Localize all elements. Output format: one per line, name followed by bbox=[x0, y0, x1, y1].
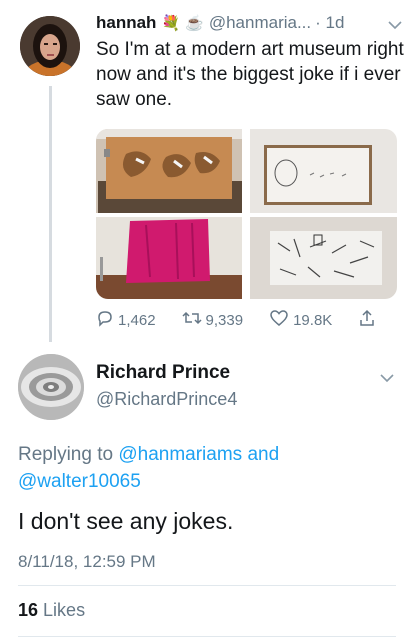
media-photo-drawing[interactable] bbox=[250, 129, 397, 213]
tweet-time: · 1d bbox=[315, 13, 345, 32]
tweet-timestamp: 8/11/18, 12:59 PM bbox=[18, 552, 156, 571]
avatar[interactable] bbox=[20, 16, 80, 76]
tweet-text: I don't see any jokes. bbox=[18, 508, 234, 534]
share-icon bbox=[358, 309, 380, 331]
media-photo-sketch[interactable] bbox=[250, 217, 397, 299]
replying-to-label: Replying to bbox=[18, 444, 114, 465]
reply-button[interactable]: 1,462 bbox=[96, 309, 156, 331]
media-photo-pink-fabric[interactable] bbox=[96, 217, 242, 299]
like-icon bbox=[269, 309, 293, 331]
display-name[interactable]: hannah bbox=[96, 13, 156, 33]
retweet-icon bbox=[182, 309, 206, 331]
likes-stat[interactable]: 16 Likes bbox=[18, 600, 85, 621]
likes-count: 16 bbox=[18, 600, 39, 620]
like-count: 19.8K bbox=[293, 311, 333, 329]
tweet-text: So I'm at a modern art museum right now … bbox=[96, 39, 404, 110]
chevron-down-icon[interactable] bbox=[380, 370, 394, 388]
media-photo-cardboard[interactable] bbox=[96, 129, 242, 213]
like-button[interactable]: 19.8K bbox=[269, 309, 332, 331]
reply-icon bbox=[96, 309, 118, 331]
replying-to: Replying to @hanmariams and @walter10065 bbox=[18, 441, 398, 495]
bouquet-emoji: 💐 bbox=[161, 15, 181, 32]
coffee-emoji: ☕ bbox=[185, 15, 204, 32]
username[interactable]: @RichardPrince4 bbox=[96, 389, 237, 410]
divider bbox=[18, 585, 396, 586]
retweet-button[interactable]: 9,339 bbox=[182, 309, 244, 331]
share-button[interactable] bbox=[358, 309, 380, 331]
username[interactable]: @hanmaria... bbox=[209, 13, 311, 33]
display-name[interactable]: Richard Prince bbox=[96, 362, 230, 384]
likes-label: Likes bbox=[43, 600, 86, 620]
mention-link[interactable]: @walter10065 bbox=[18, 471, 141, 492]
divider bbox=[18, 636, 396, 637]
thread-line bbox=[49, 86, 52, 342]
tweet[interactable]: hannah 💐 ☕ @hanmaria... · 1d So I'm at a… bbox=[96, 11, 404, 112]
chevron-down-icon[interactable] bbox=[388, 17, 402, 35]
retweet-count: 9,339 bbox=[205, 311, 244, 329]
avatar[interactable] bbox=[18, 354, 84, 420]
mention-link[interactable]: @hanmariams bbox=[118, 444, 242, 465]
media-grid[interactable] bbox=[96, 129, 397, 299]
tweet-header: hannah 💐 ☕ @hanmaria... · 1d bbox=[96, 11, 404, 35]
tweet-actions: 1,462 9,339 19.8K bbox=[96, 309, 376, 331]
reply-count: 1,462 bbox=[118, 311, 156, 329]
and-word: and bbox=[247, 444, 280, 465]
